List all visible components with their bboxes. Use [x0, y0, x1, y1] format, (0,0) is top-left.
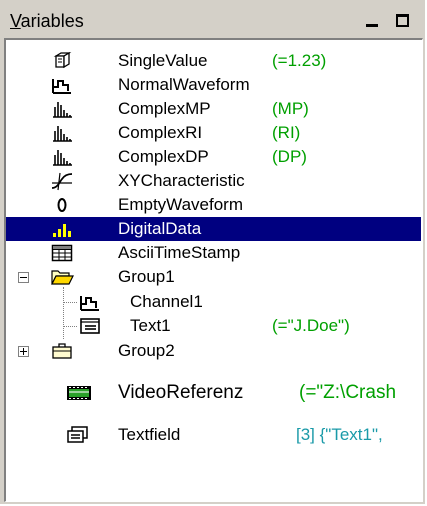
- tree-item-group2[interactable]: Group2: [6, 339, 421, 363]
- tree-item-label: SingleValue: [118, 51, 208, 70]
- tree-item-label: Channel1: [130, 292, 203, 311]
- title-bar[interactable]: Variables: [4, 4, 423, 38]
- minimize-icon: [366, 23, 378, 27]
- tree-item-textfield[interactable]: Textfield [3] {"Text1",: [6, 422, 421, 448]
- tree-item-complexri[interactable]: ComplexRI (RI): [6, 121, 421, 145]
- text-card-icon: [80, 318, 100, 334]
- tree-item-asciitimestamp[interactable]: AsciiTimeStamp: [6, 241, 421, 265]
- tree-item-label: EmptyWaveform: [118, 195, 244, 214]
- xy-curve-icon: [51, 172, 73, 191]
- cube-icon: [53, 51, 72, 69]
- waveform-icon: [80, 296, 99, 311]
- complex-waveform-icon: [53, 102, 72, 118]
- tree-item-value: (MP): [272, 99, 309, 118]
- tree-item-label: Textfield: [118, 425, 181, 444]
- tree-item-label: AsciiTimeStamp: [118, 243, 241, 262]
- tree-item-label: XYCharacteristic: [118, 171, 245, 190]
- maximize-button[interactable]: [390, 8, 414, 32]
- complex-waveform-icon: [53, 126, 72, 142]
- empty-waveform-icon: [57, 198, 67, 212]
- tree-item-singlevalue[interactable]: SingleValue (=1.23): [6, 49, 421, 73]
- tree-item-label: Group1: [118, 267, 175, 286]
- tree-item-label: ComplexRI: [118, 123, 203, 142]
- tree-item-label: Text1: [130, 316, 171, 335]
- tree-item-text1[interactable]: Text1 (="J.Doe"): [6, 314, 421, 338]
- tree-item-channel1[interactable]: Channel1: [6, 290, 421, 314]
- tree-item-label: Group2: [118, 341, 175, 360]
- open-folder-icon: [51, 270, 74, 285]
- tree-item-label: VideoReferenz: [118, 382, 244, 403]
- tree-item-emptywaveform[interactable]: EmptyWaveform: [6, 193, 421, 217]
- variables-tree[interactable]: SingleValue (=1.23) NormalWaveform Compl…: [4, 38, 423, 502]
- tree-item-value: [3] {"Text1",: [296, 425, 383, 444]
- window-title: Variables: [10, 11, 84, 31]
- expand-toggle[interactable]: [18, 346, 29, 357]
- tree-item-label: NormalWaveform: [118, 75, 250, 94]
- variables-window: Variables SingleValue (=1.23) NormalWave…: [0, 0, 425, 504]
- tree-item-value: (DP): [272, 147, 307, 166]
- tree-item-complexdp[interactable]: ComplexDP (DP): [6, 145, 421, 169]
- tree-item-digitaldata[interactable]: DigitalData: [6, 217, 421, 241]
- closed-folder-icon: [52, 343, 72, 359]
- minimize-button[interactable]: [360, 8, 384, 32]
- tree-item-normalwaveform[interactable]: NormalWaveform: [6, 73, 421, 97]
- collapse-toggle[interactable]: [18, 272, 29, 283]
- selection-highlight: DigitalData: [6, 217, 421, 241]
- tree-item-xycharacteristic[interactable]: XYCharacteristic: [6, 169, 421, 193]
- tree-item-value: (="J.Doe"): [272, 316, 350, 335]
- video-icon: [67, 386, 91, 400]
- tree-item-label: DigitalData: [118, 219, 202, 238]
- maximize-icon: [395, 13, 409, 27]
- tree-item-label: ComplexMP: [118, 99, 211, 118]
- digital-data-icon: [53, 224, 71, 237]
- textfield-icon: [67, 426, 88, 443]
- tree-item-group1[interactable]: Group1: [6, 265, 421, 289]
- waveform-icon: [52, 79, 71, 94]
- tree-item-label: ComplexDP: [118, 147, 209, 166]
- tree-item-videoreferenz[interactable]: VideoReferenz (="Z:\Crash: [6, 379, 421, 407]
- tree-item-complexmp[interactable]: ComplexMP (MP): [6, 97, 421, 121]
- timestamp-grid-icon: [51, 244, 73, 262]
- tree-item-value: (RI): [272, 123, 301, 142]
- tree-item-value: (="Z:\Crash: [299, 382, 397, 403]
- tree-item-value: (=1.23): [272, 51, 327, 70]
- complex-waveform-icon: [53, 150, 72, 166]
